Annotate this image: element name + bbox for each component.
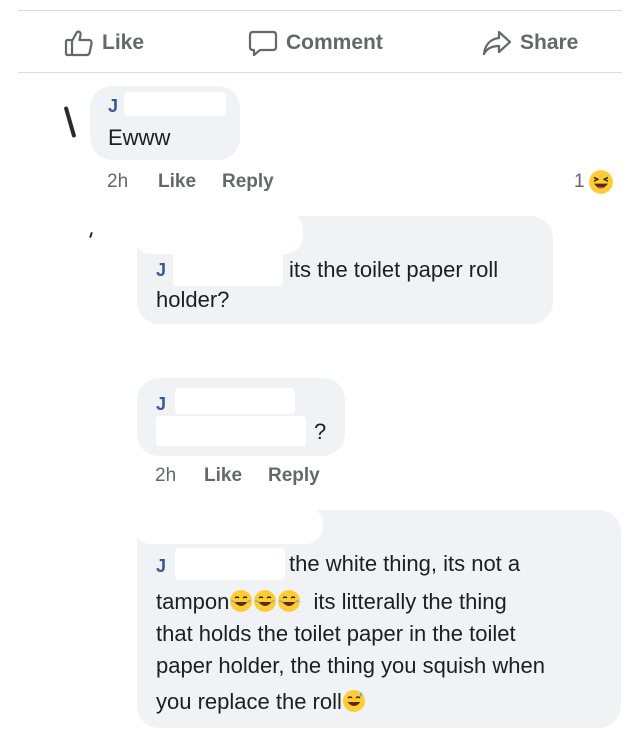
share-action-button[interactable]: Share <box>482 26 578 60</box>
comment-action-button[interactable]: Comment <box>248 26 383 60</box>
crying-laughing-emoji-icon <box>229 589 253 614</box>
reaction-summary[interactable]: 1 <box>574 168 614 196</box>
commenter-name[interactable]: J <box>108 96 118 117</box>
reply-text-continued: its litterally the thing <box>313 589 507 614</box>
like-action-button[interactable]: Like <box>64 26 144 60</box>
reply-text-line2: tampon its litterally the thing <box>156 586 507 618</box>
redacted-name-block <box>175 548 285 580</box>
comment-action-label: Comment <box>286 31 383 54</box>
reaction-count: 1 <box>574 171 585 192</box>
commenter-avatar[interactable] <box>62 106 78 140</box>
thread-line-mark <box>89 231 93 239</box>
share-arrow-icon <box>482 29 512 57</box>
reply-timestamp: 2h <box>155 465 177 486</box>
reply-text-line3: that holds the toilet paper in the toile… <box>156 621 516 646</box>
comment-timestamp: 2h <box>107 171 129 192</box>
thumbs-up-icon <box>64 29 94 57</box>
reply-bubble: J its the toilet paper roll holder? <box>133 212 553 324</box>
redacted-name-block <box>175 388 295 414</box>
actions-divider <box>18 72 622 73</box>
reply-text-line1: its the toilet paper roll <box>289 257 499 282</box>
reply-text-line5: you replace the roll <box>156 686 366 718</box>
sweat-smile-emoji-icon <box>342 689 366 714</box>
speech-bubble-icon <box>248 28 278 58</box>
comment-like-link[interactable]: Like <box>158 171 196 193</box>
like-action-label: Like <box>102 31 145 54</box>
laughing-emoji-icon <box>588 169 614 196</box>
commenter-name[interactable]: J <box>156 394 166 415</box>
redacted-name-block <box>124 92 226 116</box>
redacted-block <box>133 506 323 544</box>
redacted-block <box>133 212 303 254</box>
redacted-name-block <box>173 254 283 286</box>
share-action-label: Share <box>520 31 579 54</box>
reply-reply-link[interactable]: Reply <box>268 465 320 487</box>
comment-text: Ewww <box>108 125 171 150</box>
reply-text-line2: holder? <box>156 287 230 312</box>
crying-laughing-emoji-icon <box>277 589 301 614</box>
crying-laughing-emoji-icon <box>253 589 277 614</box>
reply-text-line4: paper holder, the thing you squish when <box>156 653 545 678</box>
comment-bubble: J Ewww <box>90 86 240 160</box>
top-divider <box>18 10 622 11</box>
reply-bubble: J ? <box>137 378 345 456</box>
reply-text-last: you replace the roll <box>156 689 342 714</box>
reply-text-line1: the white thing, its not a <box>289 551 521 576</box>
commenter-name[interactable]: J <box>156 260 166 281</box>
reply-bubble: J the white thing, its not a tampon its … <box>133 506 621 728</box>
redacted-text-block <box>156 416 306 446</box>
reply-text-tampon: tampon <box>156 589 230 614</box>
reply-text: ? <box>314 419 327 444</box>
comment-reply-link[interactable]: Reply <box>222 171 274 193</box>
commenter-name[interactable]: J <box>156 556 166 577</box>
reply-like-link[interactable]: Like <box>204 465 242 487</box>
